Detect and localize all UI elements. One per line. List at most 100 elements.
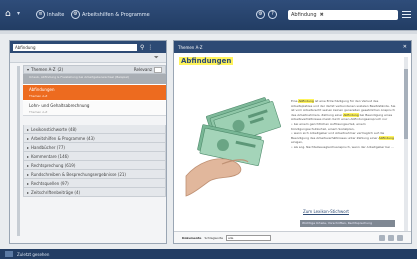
document-panel: Themen A-Z ✕ Abfindungen Eine Abfindung … xyxy=(173,40,412,244)
nav-arbeitshilfen-label: Arbeitshilfen & Programme xyxy=(82,11,150,18)
gear-icon: ⚙ xyxy=(256,10,265,19)
lexikon-link[interactable]: Zum Lexikon-Stichwort xyxy=(303,209,349,214)
document-header: Themen A-Z ✕ xyxy=(174,41,411,53)
filter-icon[interactable]: ⏷ xyxy=(154,55,162,61)
document-title: Abfindungen xyxy=(179,57,234,65)
print-icon[interactable] xyxy=(379,234,385,241)
chevron-down-icon: ▾ xyxy=(27,67,30,72)
category-lexikon[interactable]: ▸ Lexikonstichworte (48) xyxy=(23,125,166,134)
sort-select[interactable]: Relevanz xyxy=(133,66,162,73)
document-footer: Dokumente Schlagworte alle xyxy=(174,231,411,243)
category-handbuecher[interactable]: ▸ Handbücher (77) xyxy=(23,143,166,152)
results-toolbar: ⏷ xyxy=(10,53,166,63)
hand-with-money-image xyxy=(182,80,285,198)
list-item-title: Lohn- und Gehaltsabrechnung xyxy=(29,103,90,108)
bottom-bar: Zuletzt gesehen xyxy=(0,249,417,259)
chevron-right-icon: ▸ xyxy=(27,153,30,159)
footer-sub-label: Schlagworte xyxy=(204,235,224,240)
results-search-input[interactable]: Abfindung xyxy=(13,43,137,51)
list-item-subtitle: Themen A-Z xyxy=(29,94,48,98)
chevron-right-icon: ▸ xyxy=(27,144,30,150)
nav-inhalte-label: Inhalte xyxy=(47,11,65,18)
category-label: Rechtsquellen (97) xyxy=(31,180,69,186)
document-scrollbar[interactable] xyxy=(404,57,408,235)
bookmark-icon[interactable] xyxy=(397,234,403,241)
category-zeitschriften[interactable]: ▸ Zeitschriftenbeiträge (4) xyxy=(23,188,166,197)
highlighted-term: Abfindung xyxy=(343,112,359,117)
global-search-input[interactable]: Abfindung ✖ xyxy=(288,10,398,20)
chevron-down-icon[interactable]: ▾ xyxy=(17,10,20,17)
list-item-subtitle: Themen A-Z xyxy=(29,110,48,114)
category-label: Kommentare (146) xyxy=(31,153,69,159)
chevron-right-icon: ▸ xyxy=(27,180,30,186)
paragraph: • bei einem gerichtlichen Auflösungsurte… xyxy=(291,121,366,131)
text-run: einigen, xyxy=(291,140,304,145)
mail-icon[interactable] xyxy=(388,234,394,241)
tools-circle-icon: ⚙ xyxy=(71,10,80,19)
text-run: als sog. Nachteilsausgleichsanspruch, we… xyxy=(293,144,394,149)
highlighted-term: Abfindung xyxy=(378,135,394,140)
highlighted-term: Abfindung xyxy=(298,99,314,103)
category-label: Zeitschriftenbeiträge (4) xyxy=(31,189,81,195)
more-options-icon[interactable]: ⋮ xyxy=(147,44,153,51)
text-run: bei einem gerichtlichen Auflösungsurteil… xyxy=(291,121,366,131)
category-rechtsprechung[interactable]: ▸ Rechtsprechung (619) xyxy=(23,161,166,170)
chevron-right-icon: ▸ xyxy=(27,189,30,195)
sort-dropdown[interactable] xyxy=(154,66,162,73)
footer-label: Dokumente xyxy=(182,235,202,240)
list-item-greyed[interactable]: Urlaub, Abfindung & Freistellung bei Arb… xyxy=(23,74,166,85)
footer-select[interactable]: alle xyxy=(226,234,272,241)
help-icon: ? xyxy=(268,10,277,19)
category-rechtsquellen[interactable]: ▸ Rechtsquellen (97) xyxy=(23,179,166,188)
nav-inhalte-button[interactable]: ≡ Inhalte xyxy=(36,9,64,20)
text-run: wenn sich Arbeitgeber und Arbeitnehmer v… xyxy=(291,131,385,140)
document-header-label: Themen A-Z xyxy=(178,44,203,50)
results-scrollbar[interactable] xyxy=(17,66,20,236)
close-icon[interactable]: ✕ xyxy=(403,44,407,50)
tree-group-themen[interactable]: ▾ Themen A-Z (2) Relevanz xyxy=(23,65,166,74)
category-label: Handbücher (77) xyxy=(31,144,65,150)
chevron-right-icon: ▸ xyxy=(27,171,30,177)
category-arbeitshilfen[interactable]: ▸ Arbeitshilfen & Programme (43) xyxy=(23,134,166,143)
scrollbar-thumb[interactable] xyxy=(404,69,408,139)
hamburger-menu-icon[interactable] xyxy=(402,11,411,19)
nav-arbeitshilfen-button[interactable]: ⚙ Arbeitshilfen & Programme xyxy=(71,9,150,20)
category-label: Lexikonstichworte (48) xyxy=(31,126,77,132)
divider xyxy=(0,30,417,34)
category-label: Rechtsprechung (619) xyxy=(31,162,76,168)
category-kommentare[interactable]: ▸ Kommentare (146) xyxy=(23,152,166,161)
tree-group-count: (2) xyxy=(57,67,64,72)
results-panel: Abfindung ⚲ ⋮ ⏷ ▾ Themen A-Z (2) Relevan… xyxy=(9,40,167,244)
results-search-bar: Abfindung ⚲ ⋮ xyxy=(10,41,166,53)
help-button[interactable]: ? xyxy=(268,9,277,20)
document-text: Eine Abfindung ist eine Entschädigung fü… xyxy=(291,99,396,150)
sort-label: Relevanz xyxy=(133,67,152,72)
home-icon[interactable]: ⌂ xyxy=(5,10,15,19)
recently-viewed-label[interactable]: Zuletzt gesehen xyxy=(17,252,49,257)
list-item-selected[interactable]: Abfindungen Themen A-Z xyxy=(23,85,166,101)
paragraph: • als sog. Nachteilsausgleichsanspruch, … xyxy=(291,144,394,149)
paragraph: • wenn sich Arbeitgeber und Arbeitnehmer… xyxy=(291,131,394,145)
category-rundschreiben[interactable]: ▸ Rundschreiben & Besprechungsergebnisse … xyxy=(23,170,166,179)
global-search-value: Abfindung xyxy=(291,12,317,18)
search-icon[interactable]: ⚲ xyxy=(140,44,144,51)
paragraph: Eine Abfindung ist eine Entschädigung fü… xyxy=(291,99,396,122)
list-item[interactable]: Lohn- und Gehaltsabrechnung Themen A-Z xyxy=(23,101,166,116)
chevron-right-icon: ▸ xyxy=(27,162,30,168)
results-tree: ▾ Themen A-Z (2) Relevanz Urlaub, Abfind… xyxy=(23,65,166,197)
tree-group-label: Themen A-Z xyxy=(31,67,56,72)
category-label: Arbeitshilfen & Programme (43) xyxy=(31,135,95,141)
banknotes-illustration xyxy=(182,80,285,198)
chevron-right-icon: ▸ xyxy=(27,126,30,132)
category-label: Rundschreiben & Besprechungsergebnisse (… xyxy=(31,171,126,177)
top-toolbar: ⌂ ▾ ≡ Inhalte ⚙ Arbeitshilfen & Programm… xyxy=(0,0,417,30)
history-icon[interactable] xyxy=(5,251,13,257)
settings-button[interactable]: ⚙ xyxy=(256,9,265,20)
document-content: Abfindungen Eine Abfindung ist eine Ents… xyxy=(179,57,403,227)
footer-buttons xyxy=(379,234,403,241)
list-item-title: Abfindungen xyxy=(29,87,55,92)
spacer xyxy=(23,116,166,125)
menu-circle-icon: ≡ xyxy=(36,10,45,19)
related-tags[interactable]: Wichtige Urteile, Vorschriften, Rechtspr… xyxy=(300,220,395,227)
search-clear-icon[interactable]: ✖ xyxy=(320,12,324,18)
